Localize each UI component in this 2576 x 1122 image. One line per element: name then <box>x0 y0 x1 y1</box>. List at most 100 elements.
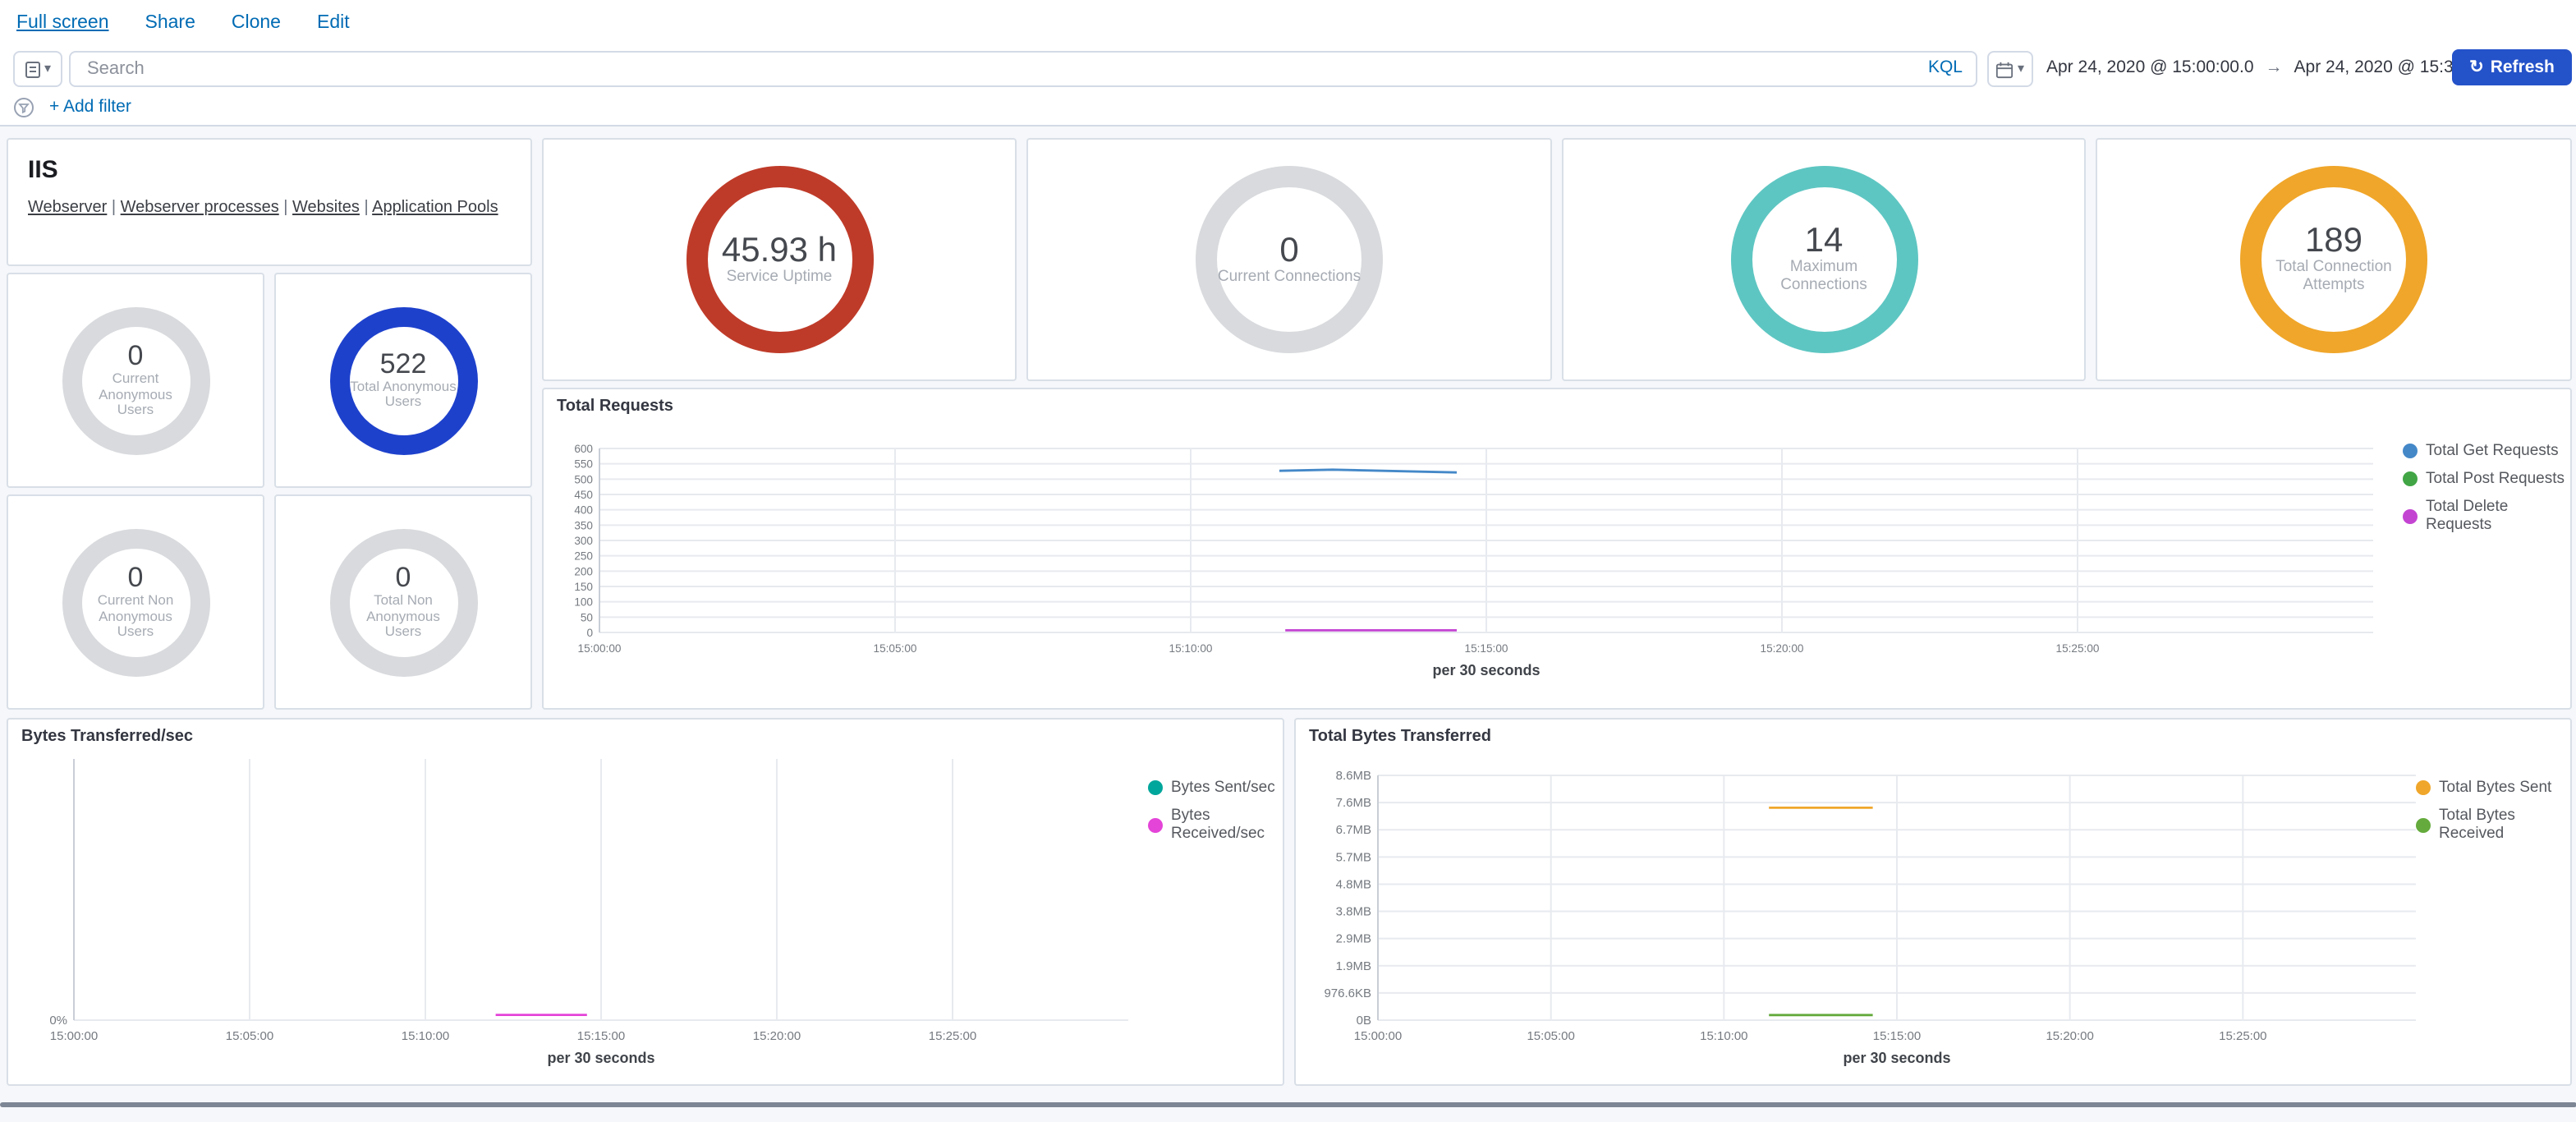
svg-text:15:20:00: 15:20:00 <box>2046 1029 2093 1043</box>
svg-text:8.6MB: 8.6MB <box>1336 769 1371 783</box>
date-from[interactable]: Apr 24, 2020 @ 15:00:00.0 <box>2046 57 2254 77</box>
gauge-ring-current-connections: 0Current Connections <box>1196 166 1383 353</box>
svg-text:50: 50 <box>581 611 594 623</box>
panel-total-connection-attempts: 189Total Connection Attempts <box>2096 138 2572 381</box>
calendar-icon <box>1996 60 2014 78</box>
gauge-label: Maximum Connections <box>1752 260 1896 296</box>
gauge-label: Current Connections <box>1218 269 1361 287</box>
legend-item-total-bytes-received[interactable]: Total Bytes Received <box>2416 807 2570 843</box>
legend-item-total-get-requests[interactable]: Total Get Requests <box>2403 442 2570 460</box>
panel-total-non-anonymous-users: 0Total Non Anonymous Users <box>274 494 532 710</box>
legend-item-total-post-requests[interactable]: Total Post Requests <box>2403 470 2570 488</box>
date-picker-button[interactable]: ▾ <box>1987 51 2033 87</box>
panel-iis-markdown: IIS Webserver | Webserver processes | We… <box>7 138 532 266</box>
gauge-value: 189 <box>2305 223 2362 260</box>
svg-text:15:15:00: 15:15:00 <box>1465 642 1508 655</box>
gauge-value: 0 <box>1279 232 1298 269</box>
svg-text:500: 500 <box>574 473 593 485</box>
svg-text:15:10:00: 15:10:00 <box>402 1029 449 1043</box>
svg-text:5.7MB: 5.7MB <box>1336 850 1371 864</box>
legend-dot-icon <box>1148 780 1163 795</box>
svg-text:300: 300 <box>574 535 593 547</box>
svg-text:15:10:00: 15:10:00 <box>1700 1029 1747 1043</box>
saved-query-menu-button[interactable]: ▾ <box>13 51 62 87</box>
gauge-value: 522 <box>380 350 427 379</box>
search-input[interactable] <box>84 53 1864 85</box>
gauge-label: Current Non Anonymous Users <box>81 593 190 641</box>
legend-item-total-bytes-sent[interactable]: Total Bytes Sent <box>2416 779 2570 797</box>
nav-clone[interactable]: Clone <box>232 13 281 33</box>
panel-total-anonymous-users: 522Total Anonymous Users <box>274 273 532 488</box>
gauge-ring-current-anonymous-users: 0Current Anonymous Users <box>62 306 209 454</box>
svg-text:15:10:00: 15:10:00 <box>1169 642 1213 655</box>
kql-button[interactable]: KQL <box>1928 57 1963 77</box>
gauge-value: 0 <box>128 563 144 593</box>
svg-text:15:20:00: 15:20:00 <box>1761 642 1804 655</box>
gauge-label: Total Connection Attempts <box>2261 260 2406 296</box>
filter-bar: + Add filter <box>0 89 2576 126</box>
svg-text:150: 150 <box>574 581 593 593</box>
chart-legend: Total Get Requests Total Post Requests Tot… <box>2403 442 2570 534</box>
svg-text:6.7MB: 6.7MB <box>1336 823 1371 837</box>
add-filter-button[interactable]: + Add filter <box>49 97 131 117</box>
gauge-label: Total Anonymous Users <box>349 379 457 411</box>
nav-share[interactable]: Share <box>145 13 195 33</box>
markdown-links: Webserver | Webserver processes | Websit… <box>8 184 530 217</box>
panel-bytes-transferred-per-sec-chart: Bytes Transferred/sec 15:00:0015:05:0015… <box>7 718 1284 1086</box>
svg-text:450: 450 <box>574 489 593 501</box>
gauge-label: Total Non Anonymous Users <box>349 593 457 641</box>
svg-text:15:25:00: 15:25:00 <box>2056 642 2100 655</box>
markdown-link-application-pools[interactable]: Application Pools <box>372 199 498 217</box>
legend-dot-icon <box>2403 471 2418 486</box>
svg-text:per 30 seconds: per 30 seconds <box>1432 662 1540 678</box>
svg-text:250: 250 <box>574 550 593 563</box>
gauge-ring-service-uptime: 45.93 hService Uptime <box>686 166 873 353</box>
markdown-link-webserver[interactable]: Webserver <box>28 199 107 217</box>
panel-title[interactable]: Bytes Transferred/sec <box>8 720 206 746</box>
gauge-value: 14 <box>1805 223 1844 260</box>
gauge-ring-maximum-connections: 14Maximum Connections <box>1730 166 1917 353</box>
gauge-label: Current Anonymous Users <box>81 371 190 420</box>
svg-text:0: 0 <box>586 627 593 639</box>
link-separator: | <box>279 199 292 217</box>
svg-text:200: 200 <box>574 565 593 577</box>
legend-dot-icon <box>2403 444 2418 458</box>
nav-full-screen[interactable]: Full screen <box>16 13 109 33</box>
svg-text:400: 400 <box>574 504 593 517</box>
legend-dot-icon <box>1148 817 1163 832</box>
total-requests-chart[interactable]: 15:00:0015:05:0015:10:0015:15:0015:20:00… <box>553 432 2386 705</box>
markdown-title: IIS <box>8 140 530 184</box>
date-range: Apr 24, 2020 @ 15:00:00.0 → Apr 24, 2020… <box>2046 51 2501 84</box>
chevron-down-icon: ▾ <box>44 62 51 76</box>
panel-total-requests-chart: Total Requests 15:00:0015:05:0015:10:001… <box>542 388 2572 710</box>
horizontal-scrollbar[interactable] <box>0 1102 2576 1107</box>
legend-item-total-delete-requests[interactable]: Total Delete Requests <box>2403 498 2570 534</box>
gauge-value: 0 <box>128 342 144 371</box>
legend-label: Bytes Sent/sec <box>1171 779 1275 797</box>
filter-options-icon[interactable] <box>13 96 34 117</box>
legend-item-bytes-received-sec[interactable]: Bytes Received/sec <box>1148 807 1283 843</box>
panel-current-non-anonymous-users: 0Current Non Anonymous Users <box>7 494 264 710</box>
gauge-ring-total-connection-attempts: 189Total Connection Attempts <box>2240 166 2427 353</box>
refresh-label: Refresh <box>2491 57 2555 77</box>
markdown-link-websites[interactable]: Websites <box>292 199 360 217</box>
refresh-button[interactable]: ↻ Refresh <box>2452 49 2572 85</box>
legend-item-bytes-sent-sec[interactable]: Bytes Sent/sec <box>1148 779 1283 797</box>
total-bytes-transferred-chart[interactable]: 15:00:0015:05:0015:10:0015:15:0015:20:00… <box>1299 752 2426 1081</box>
chevron-down-icon: ▾ <box>2018 62 2024 76</box>
bytes-transferred-per-sec-chart[interactable]: 15:00:0015:05:0015:10:0015:15:0015:20:00… <box>11 752 1138 1081</box>
gauge-ring-total-anonymous-users: 522Total Anonymous Users <box>329 306 477 454</box>
panel-service-uptime: 45.93 hService Uptime <box>542 138 1017 381</box>
svg-text:550: 550 <box>574 458 593 471</box>
legend-label: Total Delete Requests <box>2426 498 2570 534</box>
arrow-right-icon: → <box>2266 57 2283 77</box>
svg-text:15:25:00: 15:25:00 <box>929 1029 976 1043</box>
search-box: KQL <box>69 51 1977 87</box>
markdown-link-webserver-processes[interactable]: Webserver processes <box>121 199 279 217</box>
svg-text:2.9MB: 2.9MB <box>1336 932 1371 946</box>
panel-title[interactable]: Total Bytes Transferred <box>1296 720 1504 746</box>
svg-text:100: 100 <box>574 596 593 609</box>
nav-edit[interactable]: Edit <box>317 13 350 33</box>
svg-text:600: 600 <box>574 443 593 455</box>
panel-title[interactable]: Total Requests <box>544 389 686 416</box>
